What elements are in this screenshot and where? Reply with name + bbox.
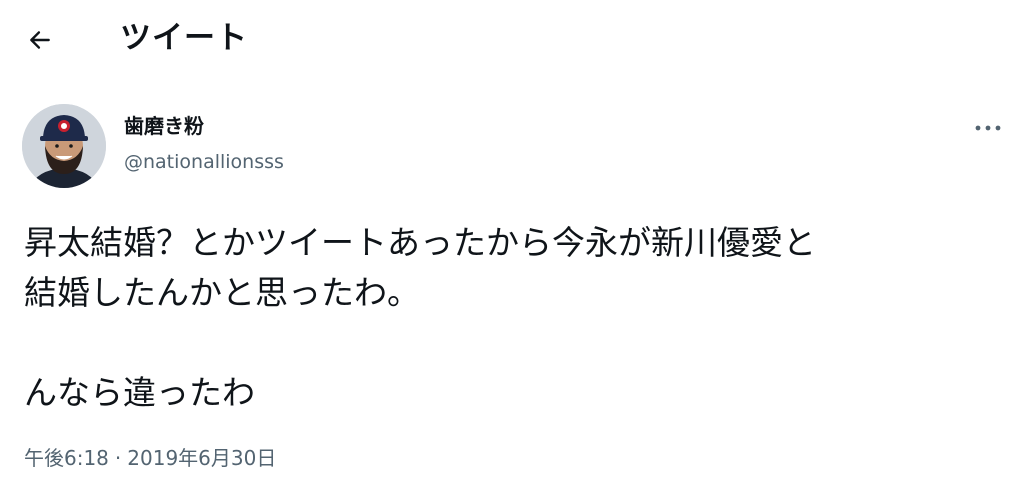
tweet-text: 昇太結婚？とかツイートあったから今永が新川優愛と 結婚したんかと思ったわ。 んな… <box>24 223 816 412</box>
timestamp-separator: · <box>114 446 122 470</box>
tweet-time-link[interactable]: 午後6:18 <box>24 442 109 474</box>
more-options-button[interactable] <box>968 112 1008 144</box>
avatar-image <box>22 104 106 188</box>
author-name[interactable]: 歯磨き粉 <box>124 112 204 140</box>
more-horizontal-icon <box>975 125 1001 131</box>
top-bar: ツイート <box>0 0 1024 80</box>
tweet-date-link[interactable]: 2019年6月30日 <box>127 442 276 474</box>
avatar[interactable] <box>22 104 106 188</box>
tweet-timestamp: 午後6:18 · 2019年6月30日 <box>24 442 276 474</box>
page-title: ツイート <box>120 20 248 56</box>
arrow-left-icon <box>30 31 50 49</box>
author-handle[interactable]: @nationallionsss <box>124 148 284 176</box>
back-button[interactable] <box>20 20 60 60</box>
